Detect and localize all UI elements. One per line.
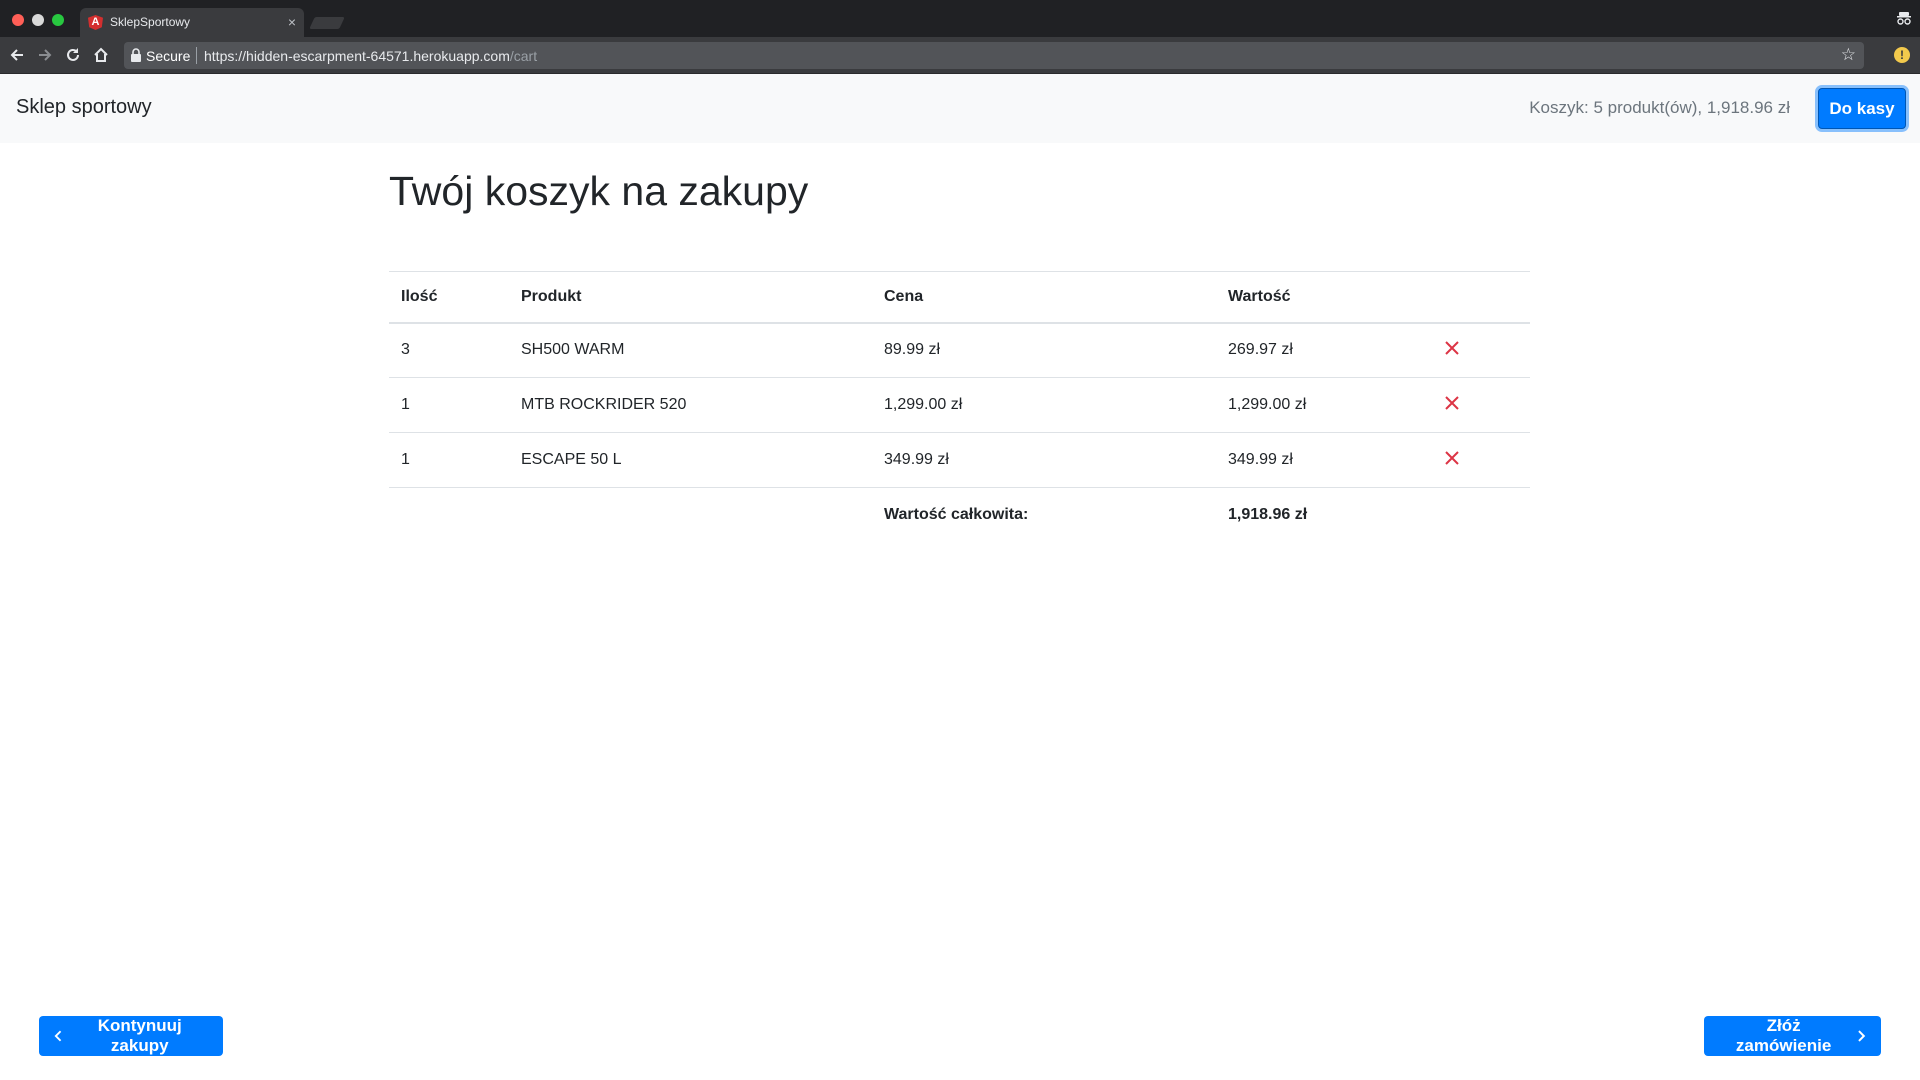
- table-row: 1 MTB ROCKRIDER 520 1,299.00 zł 1,299.00…: [389, 377, 1530, 433]
- home-icon[interactable]: [92, 46, 110, 64]
- continue-shopping-button[interactable]: Kontynuuj zakupy: [39, 1016, 223, 1056]
- page-title: Twój koszyk na zakupy: [389, 168, 809, 214]
- remove-item-icon[interactable]: [1443, 449, 1461, 467]
- angular-favicon-icon: A: [88, 15, 103, 30]
- secure-label: Secure: [146, 48, 191, 64]
- row-product: MTB ROCKRIDER 520: [509, 377, 872, 433]
- place-order-button[interactable]: Złóż zamówienie: [1704, 1016, 1881, 1056]
- row-actions: [1431, 322, 1530, 378]
- row-product: ESCAPE 50 L: [509, 432, 872, 488]
- tab-title: SklepSportowy: [110, 15, 191, 29]
- reload-icon[interactable]: [64, 46, 82, 64]
- row-actions: [1431, 432, 1530, 488]
- row-value: 349.99 zł: [1216, 432, 1431, 488]
- new-tab-button[interactable]: [309, 17, 345, 29]
- remove-item-icon[interactable]: [1443, 394, 1461, 412]
- remove-item-icon[interactable]: [1443, 339, 1461, 357]
- incognito-icon[interactable]: [1896, 10, 1912, 26]
- row-price: 89.99 zł: [872, 322, 1216, 378]
- navbar: Sklep sportowy Koszyk: 5 produkt(ów), 1,…: [0, 74, 1920, 143]
- close-window-button[interactable]: [12, 14, 24, 26]
- header-qty: Ilość: [389, 271, 509, 324]
- extension-alert-icon[interactable]: !: [1894, 47, 1910, 63]
- table-row: 3 SH500 WARM 89.99 zł 269.97 zł: [389, 322, 1530, 378]
- table-row: 1 ESCAPE 50 L 349.99 zł 349.99 zł: [389, 432, 1530, 488]
- address-bar[interactable]: Secure https://hidden-escarpment-64571.h…: [124, 42, 1864, 69]
- chevron-left-icon: [54, 1030, 62, 1042]
- back-arrow-icon[interactable]: [8, 46, 26, 64]
- total-row: Wartość całkowita: 1,918.96 zł: [389, 488, 1530, 543]
- cart-summary: Koszyk: 5 produkt(ów), 1,918.96 zł: [1529, 98, 1790, 117]
- checkout-button[interactable]: Do kasy: [1818, 88, 1906, 129]
- place-order-label: Złóż zamówienie: [1735, 1016, 1832, 1055]
- maximize-window-button[interactable]: [52, 14, 64, 26]
- row-price: 1,299.00 zł: [872, 377, 1216, 433]
- browser-tab[interactable]: A SklepSportowy ×: [80, 8, 304, 37]
- row-value: 1,299.00 zł: [1216, 377, 1431, 433]
- row-actions: [1431, 377, 1530, 433]
- row-value: 269.97 zł: [1216, 322, 1431, 378]
- continue-shopping-label: Kontynuuj zakupy: [97, 1016, 182, 1055]
- browser-tab-bar: A SklepSportowy ×: [0, 0, 1920, 37]
- row-price: 349.99 zł: [872, 432, 1216, 488]
- table-header-row: Ilość Produkt Cena Wartość: [389, 271, 1530, 324]
- total-empty-cell: [1431, 488, 1530, 543]
- row-qty: 3: [389, 322, 509, 378]
- url-text[interactable]: https://hidden-escarpment-64571.herokuap…: [204, 48, 537, 64]
- row-qty: 1: [389, 432, 509, 488]
- tab-close-icon[interactable]: ×: [288, 14, 296, 30]
- lock-icon: [131, 48, 141, 62]
- total-empty-cell: [509, 488, 872, 543]
- forward-arrow-icon[interactable]: [36, 46, 54, 64]
- header-price: Cena: [872, 271, 1216, 324]
- header-value: Wartość: [1216, 271, 1431, 324]
- chevron-right-icon: [1858, 1030, 1866, 1042]
- header-actions: [1431, 271, 1530, 324]
- total-empty-cell: [389, 488, 509, 543]
- row-qty: 1: [389, 377, 509, 433]
- total-value: 1,918.96 zł: [1228, 506, 1308, 524]
- header-product: Produkt: [509, 271, 872, 324]
- total-label: Wartość całkowita:: [884, 506, 1029, 524]
- minimize-window-button[interactable]: [32, 14, 44, 26]
- bookmark-star-icon[interactable]: ☆: [1841, 46, 1856, 64]
- browser-toolbar: Secure https://hidden-escarpment-64571.h…: [0, 37, 1920, 74]
- cart-table: Ilość Produkt Cena Wartość 3 SH500 WARM …: [389, 271, 1530, 543]
- row-product: SH500 WARM: [509, 322, 872, 378]
- url-separator: [196, 47, 197, 64]
- brand[interactable]: Sklep sportowy: [16, 96, 152, 119]
